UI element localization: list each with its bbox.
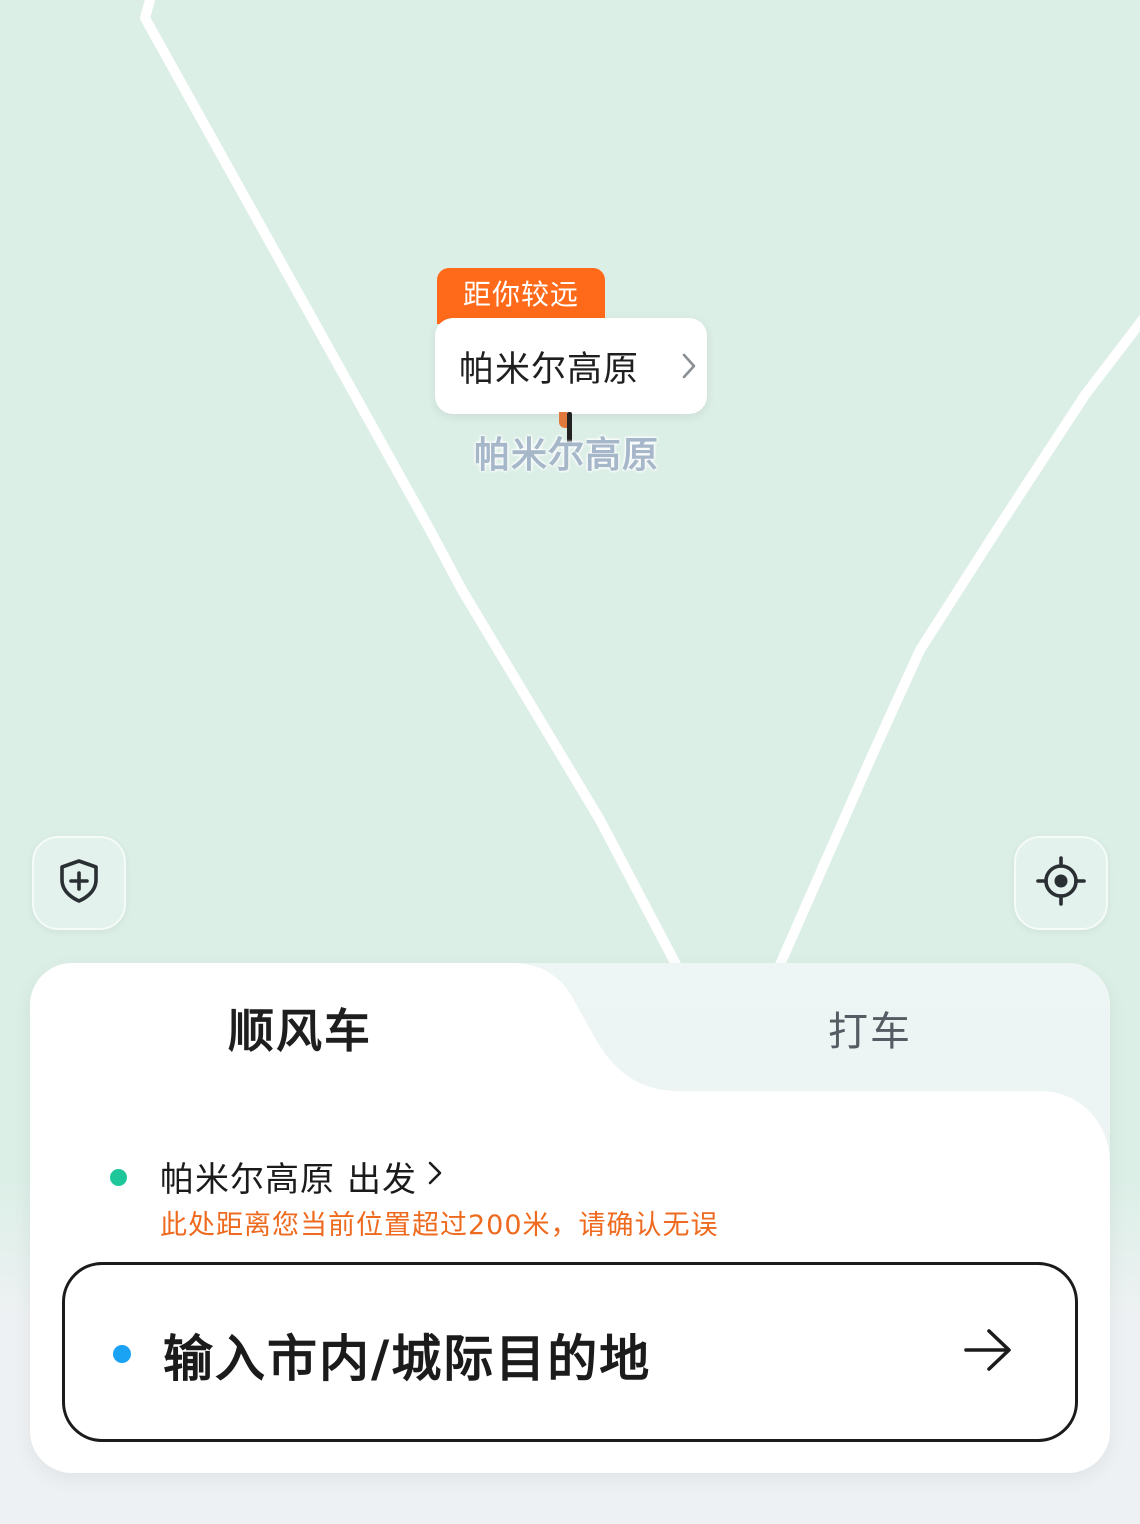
shield-plus-icon xyxy=(57,858,101,908)
chevron-right-icon xyxy=(427,1156,443,1196)
pickup-callout-name: 帕米尔高原 xyxy=(459,349,640,390)
tab-taxi-label: 打车 xyxy=(828,1009,912,1055)
pickup-callout[interactable]: 帕米尔高原 xyxy=(435,318,707,414)
ride-panel: 顺风车 打车 帕米尔高原 出发 此处距离您当前位置超过200米，请确认无误 输入… xyxy=(30,963,1110,1473)
origin-selector[interactable]: 帕米尔高原 出发 此处距离您当前位置超过200米，请确认无误 xyxy=(30,1151,1110,1241)
origin-place: 帕米尔高原 xyxy=(160,1159,335,1200)
tab-taxi[interactable]: 打车 xyxy=(630,963,1110,1093)
origin-dot-icon xyxy=(110,1169,127,1186)
map-place-label: 帕米尔高原 xyxy=(474,435,660,476)
destination-placeholder: 输入市内/城际目的地 xyxy=(163,1330,652,1388)
origin-action: 出发 xyxy=(347,1159,417,1200)
locate-button[interactable] xyxy=(1014,836,1108,930)
crosshair-locate-icon xyxy=(1036,856,1086,910)
origin-distance-warning: 此处距离您当前位置超过200米，请确认无误 xyxy=(160,1210,719,1241)
origin-title: 帕米尔高原 出发 xyxy=(160,1151,443,1201)
tab-hitch-ride[interactable]: 顺风车 xyxy=(30,963,570,1093)
arrow-right-icon[interactable] xyxy=(963,1327,1013,1377)
distance-badge: 距你较远 xyxy=(437,268,605,324)
tab-hitch-ride-label: 顺风车 xyxy=(228,1004,372,1058)
destination-input[interactable]: 输入市内/城际目的地 xyxy=(62,1262,1078,1442)
destination-dot-icon xyxy=(113,1345,131,1363)
safety-button[interactable] xyxy=(32,836,126,930)
